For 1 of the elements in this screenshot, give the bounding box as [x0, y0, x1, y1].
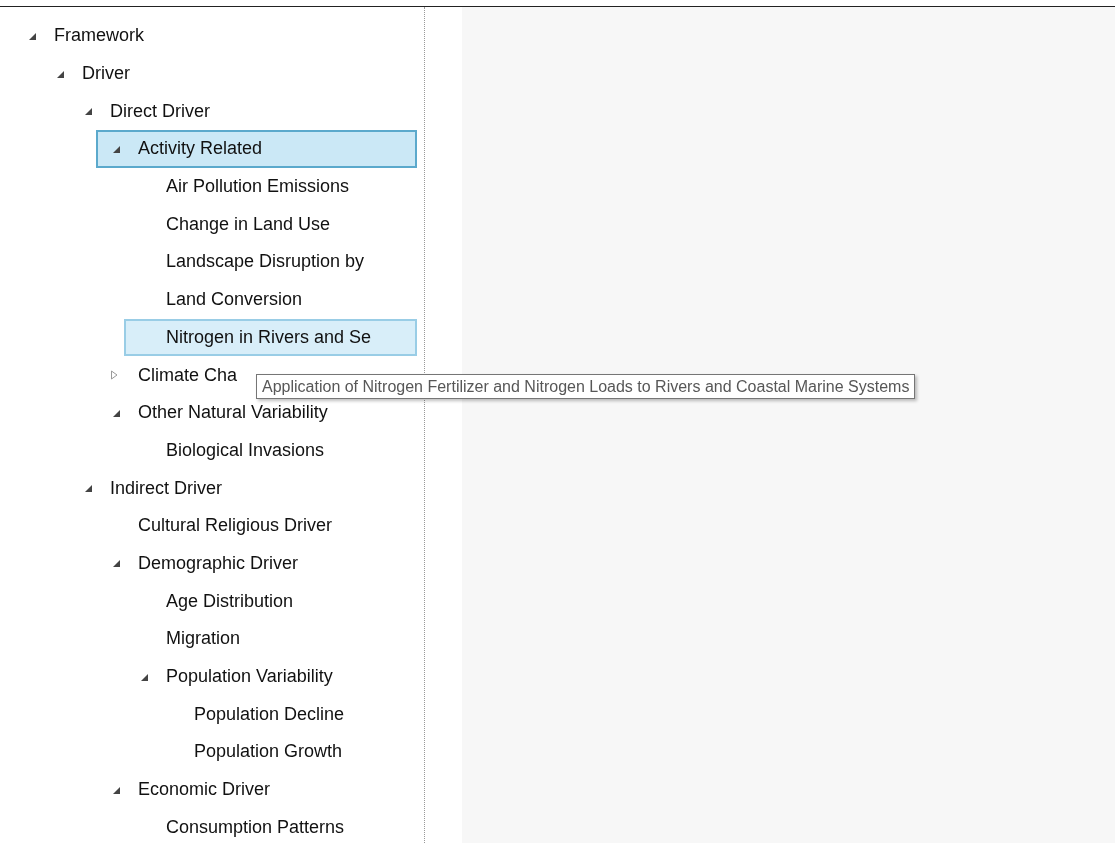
- tooltip: Application of Nitrogen Fertilizer and Nitrogen Loads to Rivers and Coastal Marine Systems: [256, 374, 916, 400]
